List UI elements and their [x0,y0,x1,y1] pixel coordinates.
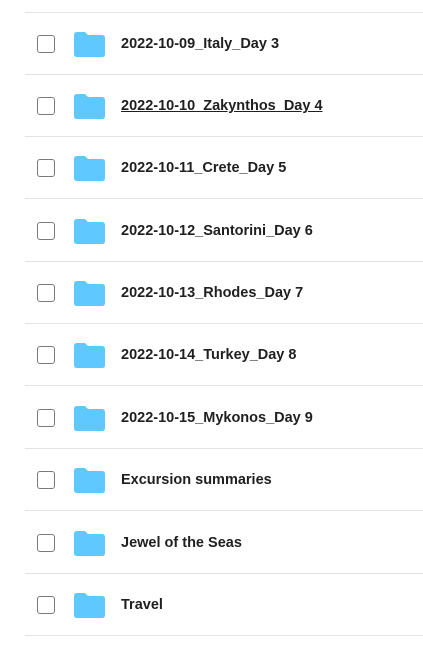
folder-row[interactable]: 2022-10-14_Turkey_Day 8 [0,324,423,386]
folder-icon[interactable] [74,593,105,618]
folder-row[interactable]: 2022-10-15_Mykonos_Day 9 [0,387,423,449]
folder-icon[interactable] [74,219,105,244]
folder-row[interactable]: 2022-10-12_Santorini_Day 6 [0,200,423,262]
folder-row[interactable]: Travel [0,574,423,636]
folder-name[interactable]: 2022-10-09_Italy_Day 3 [121,35,279,53]
row-checkbox[interactable] [37,222,55,240]
row-checkbox[interactable] [37,471,55,489]
row-checkbox[interactable] [37,534,55,552]
row-checkbox[interactable] [37,284,55,302]
folder-icon[interactable] [74,32,105,57]
folder-name[interactable]: 2022-10-13_Rhodes_Day 7 [121,284,303,302]
folder-row[interactable]: Jewel of the Seas [0,512,423,574]
row-checkbox[interactable] [37,409,55,427]
folder-icon[interactable] [74,281,105,306]
folder-row[interactable]: Excursion summaries [0,449,423,511]
folder-icon[interactable] [74,94,105,119]
row-checkbox[interactable] [37,159,55,177]
folder-name[interactable]: Jewel of the Seas [121,534,242,552]
row-checkbox[interactable] [37,596,55,614]
folder-row[interactable]: 2022-10-09_Italy_Day 3 [0,13,423,75]
folder-icon[interactable] [74,156,105,181]
folder-row[interactable]: 2022-10-13_Rhodes_Day 7 [0,262,423,324]
row-checkbox[interactable] [37,346,55,364]
folder-name[interactable]: Travel [121,596,163,614]
folder-name[interactable]: 2022-10-10_Zakynthos_Day 4 [121,97,323,115]
folder-name[interactable]: 2022-10-14_Turkey_Day 8 [121,346,296,364]
folder-row[interactable]: 2022-10-11_Crete_Day 5 [0,137,423,199]
folder-icon[interactable] [74,531,105,556]
row-checkbox[interactable] [37,97,55,115]
folder-icon[interactable] [74,468,105,493]
folder-name[interactable]: 2022-10-11_Crete_Day 5 [121,159,286,177]
row-checkbox[interactable] [37,35,55,53]
folder-row[interactable]: 2022-10-10_Zakynthos_Day 4 [0,75,423,137]
folder-name[interactable]: 2022-10-15_Mykonos_Day 9 [121,409,313,427]
folder-name[interactable]: 2022-10-12_Santorini_Day 6 [121,222,313,240]
folder-name[interactable]: Excursion summaries [121,471,272,489]
folder-icon[interactable] [74,343,105,368]
folder-icon[interactable] [74,406,105,431]
